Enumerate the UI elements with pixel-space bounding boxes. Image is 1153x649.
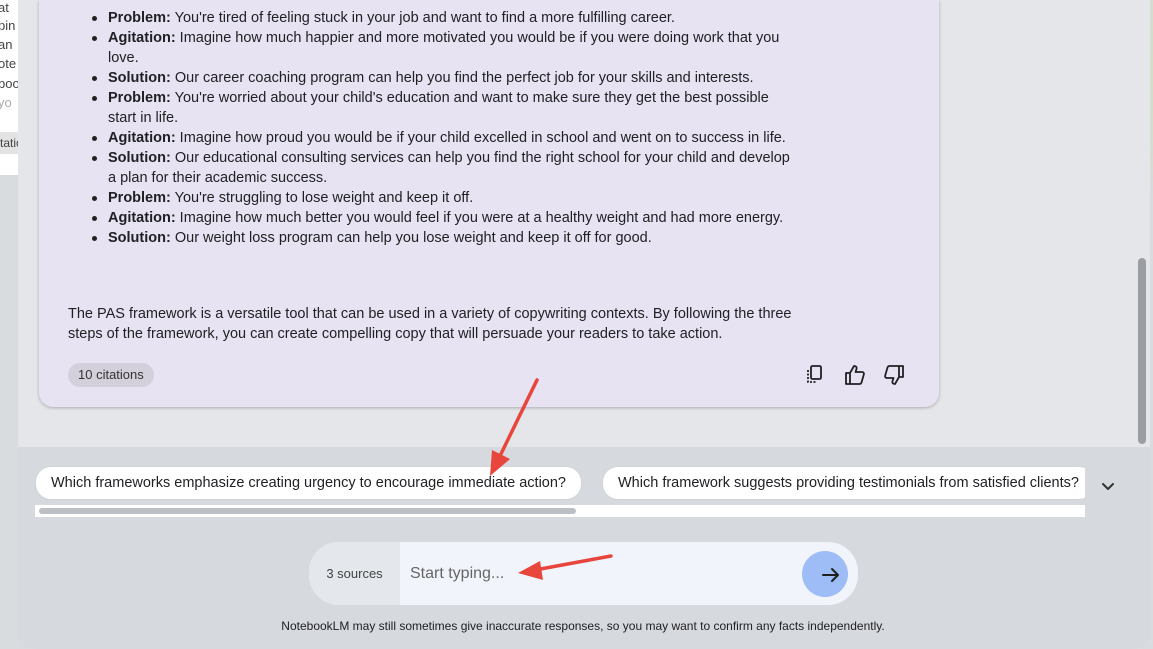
bullet-label: Solution: <box>108 150 171 166</box>
notes-fragment: pin <box>0 18 16 33</box>
chat-input[interactable] <box>408 558 792 590</box>
list-item: Problem: You're tired of feeling stuck i… <box>66 8 796 28</box>
suggestions-scrollbar[interactable] <box>35 505 1085 517</box>
copy-icon[interactable] <box>802 362 828 388</box>
suggestion-chip[interactable]: Which frameworks emphasize creating urge… <box>35 466 582 500</box>
bullet-label: Agitation: <box>108 30 176 46</box>
notes-fragment: boo <box>0 76 20 91</box>
bullet-label: Solution: <box>108 70 171 86</box>
sources-button[interactable]: 3 sources <box>309 542 400 605</box>
bullet-text: Imagine how much better you would feel i… <box>175 210 784 226</box>
list-item: Agitation: Imagine how much happier and … <box>66 28 796 68</box>
arrow-right-icon <box>822 568 839 582</box>
list-item: Problem: You're worried about your child… <box>66 88 796 128</box>
thumbs-down-icon[interactable] <box>881 362 907 388</box>
bullet-text: Our educational consulting services can … <box>108 150 790 186</box>
response-bullet-list: Problem: You're tired of feeling stuck i… <box>66 8 796 248</box>
citations-chip[interactable]: 10 citations <box>68 363 154 387</box>
send-button[interactable] <box>802 551 848 597</box>
bullet-text: You're struggling to lose weight and kee… <box>170 190 474 206</box>
list-item: Solution: Our weight loss program can he… <box>66 228 796 248</box>
vertical-scrollbar-thumb[interactable] <box>1138 258 1146 444</box>
disclaimer-text: NotebookLM may still sometimes give inac… <box>281 619 885 633</box>
chevron-down-icon[interactable] <box>1097 476 1119 498</box>
response-summary: The PAS framework is a versatile tool th… <box>68 306 792 342</box>
notes-fragment: ote <box>0 56 17 71</box>
bullet-text: You're worried about your child's educat… <box>108 90 769 126</box>
bullet-label: Agitation: <box>108 130 176 146</box>
bullet-label: Problem: <box>108 90 171 106</box>
bullet-text: Our career coaching program can help you… <box>170 70 754 86</box>
composer: 3 sources <box>309 542 858 605</box>
bullet-text: Our weight loss program can help you los… <box>170 230 652 246</box>
bullet-text: You're tired of feeling stuck in your jo… <box>170 10 675 26</box>
bullet-label: Agitation: <box>108 210 176 226</box>
bullet-label: Problem: <box>108 190 171 206</box>
bullet-text: Imagine how proud you would be if your c… <box>175 130 786 146</box>
notes-fragment: at <box>0 0 9 15</box>
thumbs-up-icon[interactable] <box>842 362 868 388</box>
bullet-label: Solution: <box>108 230 171 246</box>
suggestion-chip[interactable]: Which framework suggests providing testi… <box>602 466 1085 500</box>
suggestions-scrollbar-thumb[interactable] <box>39 508 576 514</box>
list-item: Agitation: Imagine how proud you would b… <box>66 128 796 148</box>
notes-fragment: yo <box>0 95 12 110</box>
notes-fragment: an <box>0 37 13 52</box>
bullet-text: Imagine how much happier and more motiva… <box>108 30 780 66</box>
list-item: Solution: Our career coaching program ca… <box>66 68 796 88</box>
bullet-label: Problem: <box>108 10 171 26</box>
list-item: Agitation: Imagine how much better you w… <box>66 208 796 228</box>
list-item: Solution: Our educational consulting ser… <box>66 148 796 188</box>
suggestion-chips: Which frameworks emphasize creating urge… <box>35 466 1085 500</box>
list-item: Problem: You're struggling to lose weigh… <box>66 188 796 208</box>
